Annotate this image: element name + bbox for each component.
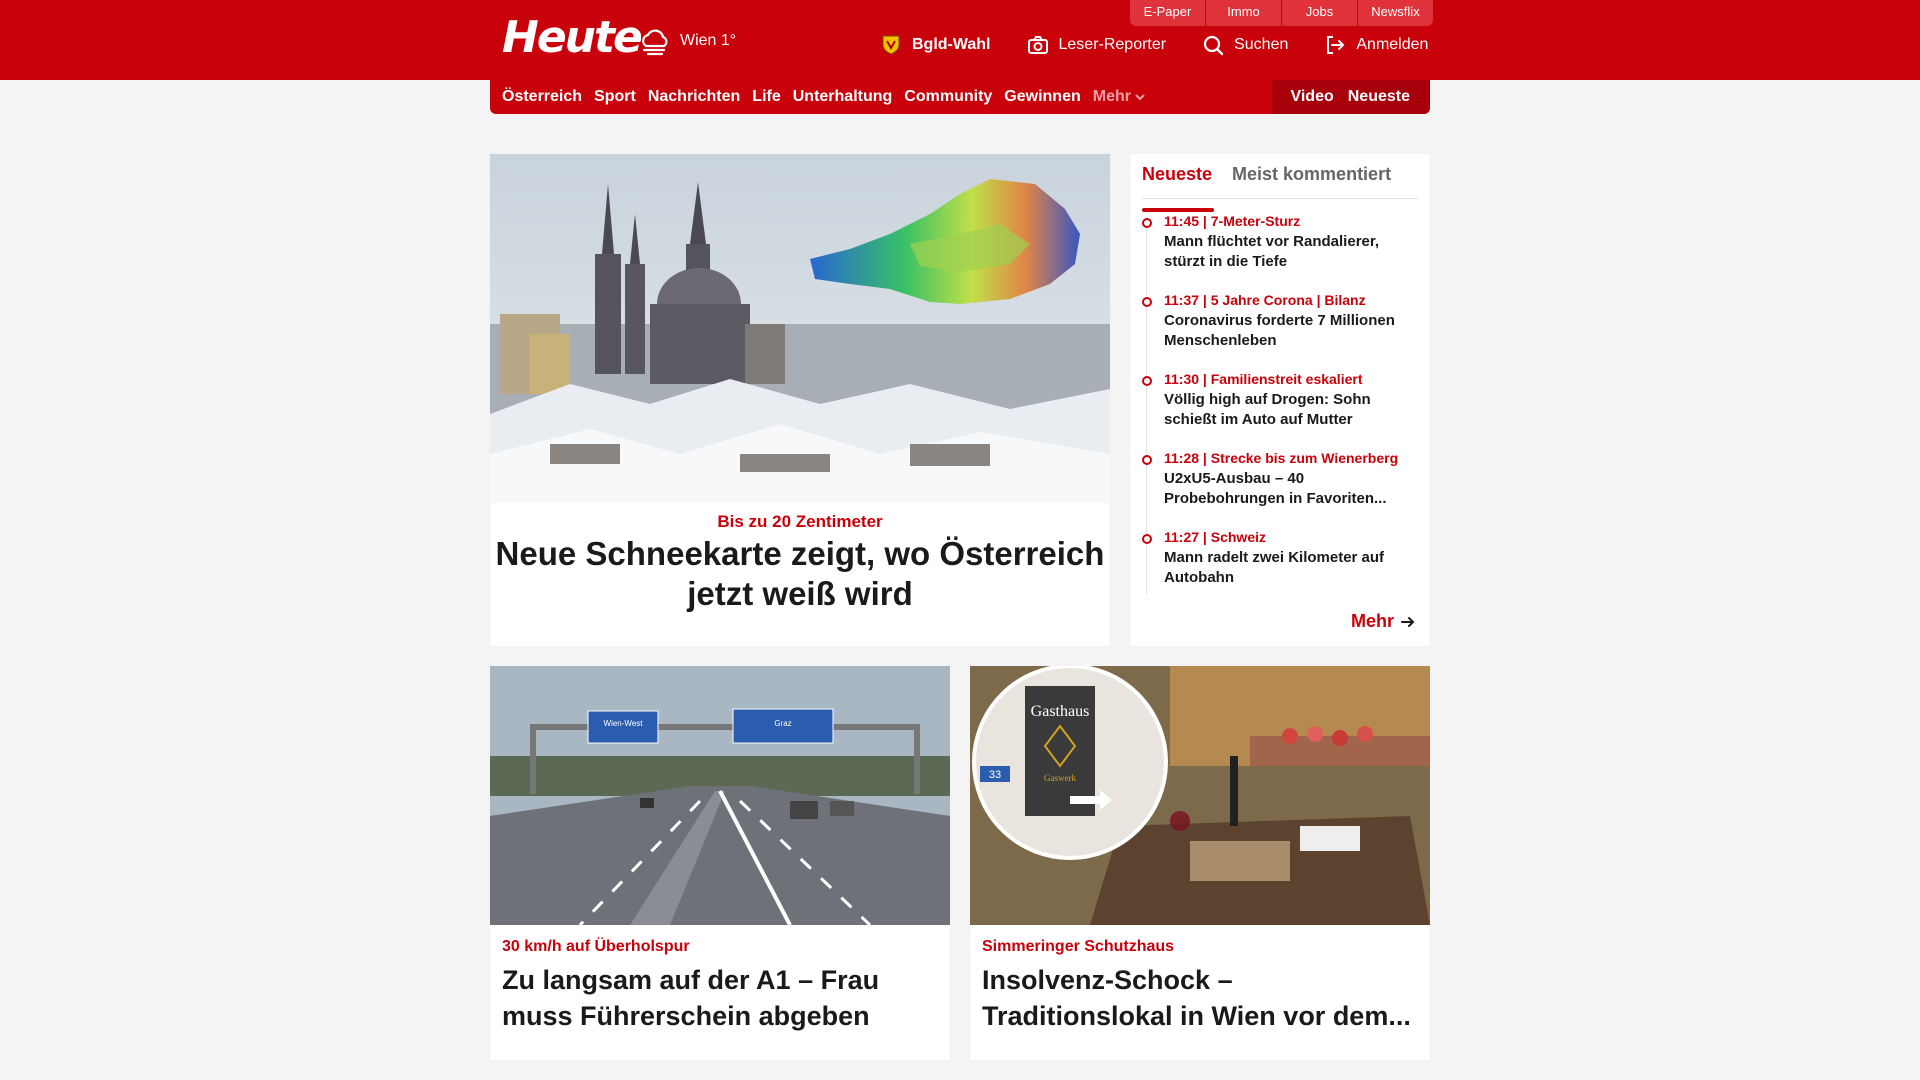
nav-categories: Österreich Sport Nachrichten Life Unterh…	[502, 80, 1157, 114]
news-time: 11:27	[1164, 529, 1200, 545]
news-time: 11:37	[1164, 292, 1200, 308]
timeline-dot	[1142, 455, 1152, 465]
main-nav: Österreich Sport Nachrichten Life Unterh…	[490, 80, 1430, 114]
news-tag: Strecke bis zum Wienerberg	[1210, 450, 1399, 466]
news-meta: 11:45 | 7-Meter-Sturz	[1164, 213, 1301, 229]
login-label: Anmelden	[1356, 36, 1429, 53]
card-image-restaurant: Gasthaus Gaswerk 33	[970, 666, 1430, 925]
cloud-weather-icon	[642, 29, 668, 56]
election-link[interactable]: Bgld-Wahl	[880, 34, 991, 56]
gaswerk-sign-text: Gaswerk	[1044, 773, 1076, 783]
nav-featured: Video Neueste	[1272, 80, 1430, 114]
news-headline: Coronavirus forderte 7 Millionen Mensche…	[1164, 312, 1395, 349]
search-label: Suchen	[1234, 36, 1289, 53]
util-link-epaper[interactable]: E-Paper	[1130, 0, 1205, 26]
site-logo[interactable]: Heute	[502, 12, 643, 63]
election-label: Bgld-Wahl	[912, 36, 991, 53]
card-kicker: Simmeringer Schutzhaus	[982, 938, 1175, 955]
news-tag: 7-Meter-Sturz	[1210, 213, 1301, 229]
timeline-dot	[1142, 534, 1152, 544]
news-tag: Familienstreit eskaliert	[1210, 371, 1363, 387]
nav-item-community[interactable]: Community	[904, 88, 992, 106]
nav-item-sport[interactable]: Sport	[594, 88, 636, 106]
arrow-right-icon	[1401, 616, 1415, 627]
route-number-text: 33	[989, 769, 1001, 781]
sidebar-more-link[interactable]: Mehr	[1351, 611, 1416, 632]
list-item[interactable]: 11:45 | 7-Meter-Sturz Mann flüchtet vor …	[1142, 213, 1418, 292]
news-headline: Mann radelt zwei Kilometer auf Autobahn	[1164, 549, 1385, 586]
timeline-dot	[1142, 297, 1152, 307]
timeline-dot	[1142, 218, 1152, 228]
news-headline: Völlig high auf Drogen: Sohn schießt im …	[1164, 391, 1371, 428]
login-icon	[1327, 36, 1345, 54]
news-meta: 11:27 | Schweiz	[1164, 529, 1266, 545]
timeline-dot	[1142, 376, 1152, 386]
nav-item-nachrichten[interactable]: Nachrichten	[648, 88, 740, 106]
util-link-jobs[interactable]: Jobs	[1282, 0, 1357, 26]
nav-item-unterhaltung[interactable]: Unterhaltung	[793, 88, 893, 106]
highway-image: Wien-West Graz	[490, 666, 950, 925]
nav-item-oesterreich[interactable]: Österreich	[502, 88, 582, 106]
camera-icon	[1027, 36, 1048, 54]
list-item[interactable]: 11:30 | Familienstreit eskaliert Völlig …	[1142, 371, 1418, 450]
news-meta: 11:30 | Familienstreit eskaliert	[1164, 371, 1363, 387]
hero-kicker: Bis zu 20 Zentimeter	[717, 512, 883, 531]
list-item[interactable]: 11:37 | 5 Jahre Corona | Bilanz Coronavi…	[1142, 292, 1418, 371]
search-button[interactable]: Suchen	[1202, 34, 1288, 56]
utility-links: E-Paper Immo Jobs Newsflix	[1130, 0, 1433, 26]
list-item[interactable]: 11:28 | Strecke bis zum Wienerberg U2xU5…	[1142, 450, 1418, 529]
hero-title[interactable]: Neue Schneekarte zeigt, wo Österreich je…	[490, 534, 1110, 614]
util-link-newsflix[interactable]: Newsflix	[1358, 0, 1433, 26]
login-button[interactable]: Anmelden	[1324, 34, 1428, 56]
weather-widget[interactable]: Wien 1°	[638, 26, 736, 56]
util-link-immo[interactable]: Immo	[1206, 0, 1281, 26]
card-title[interactable]: Insolvenz-Schock – Traditionslokal in Wi…	[982, 962, 1422, 1034]
nav-latest[interactable]: Neueste	[1348, 88, 1410, 106]
tab-neueste[interactable]: Neueste	[1142, 164, 1215, 212]
news-tag: 5 Jahre Corona | Bilanz	[1210, 292, 1366, 308]
news-time: 11:45	[1164, 213, 1200, 229]
news-list: 11:45 | 7-Meter-Sturz Mann flüchtet vor …	[1142, 213, 1418, 608]
restaurant-image: Gasthaus Gaswerk 33	[970, 666, 1430, 925]
latest-news-sidebar: Neueste Meist kommentiert 11:45 | 7-Mete…	[1130, 154, 1430, 646]
news-time: 11:30	[1164, 371, 1200, 387]
nav-more-dropdown[interactable]: Mehr	[1093, 88, 1145, 106]
sidebar-more-label: Mehr	[1350, 611, 1394, 631]
list-item[interactable]: 11:27 | Schweiz Mann radelt zwei Kilomet…	[1142, 529, 1418, 608]
reporter-link[interactable]: Leser-Reporter	[1027, 34, 1167, 56]
news-meta: 11:28 | Strecke bis zum Wienerberg	[1164, 450, 1399, 466]
hero-article[interactable]: Bis zu 20 Zentimeter Neue Schneekarte ze…	[490, 154, 1110, 646]
nav-more-label: Mehr	[1092, 88, 1131, 105]
nav-item-gewinnen[interactable]: Gewinnen	[1004, 88, 1080, 106]
chevron-down-icon	[1135, 94, 1145, 101]
coat-of-arms-icon	[882, 35, 900, 55]
news-tag: Schweiz	[1210, 529, 1266, 545]
tab-meist-kommentiert[interactable]: Meist kommentiert	[1232, 164, 1391, 198]
card-title[interactable]: Zu langsam auf der A1 – Frau muss Führer…	[502, 962, 942, 1034]
news-headline: U2xU5-Ausbau – 40 Probebohrungen in Favo…	[1164, 470, 1387, 507]
card-image-highway: Wien-West Graz	[490, 666, 950, 925]
article-card-gasthaus[interactable]: Gasthaus Gaswerk 33 Simmeringer Schutzha…	[970, 666, 1430, 1060]
header-bar: E-Paper Immo Jobs Newsflix Heute Wien 1°…	[0, 0, 1920, 80]
weather-text: Wien 1°	[680, 32, 737, 49]
snowy-city-map-image	[490, 154, 1110, 503]
sign-text-right: Graz	[774, 719, 791, 728]
article-card-autobahn[interactable]: Wien-West Graz 30 km/h auf Überholspur Z…	[490, 666, 950, 1060]
nav-video[interactable]: Video	[1290, 88, 1333, 106]
header-actions: Bgld-Wahl Leser-Reporter Suchen Anmelden	[880, 34, 1464, 56]
sign-text-left: Wien-West	[604, 719, 644, 728]
nav-item-life[interactable]: Life	[752, 88, 780, 106]
reporter-label: Leser-Reporter	[1058, 36, 1167, 53]
news-time: 11:28	[1164, 450, 1200, 466]
hero-image	[490, 154, 1110, 503]
card-kicker: 30 km/h auf Überholspur	[502, 938, 690, 955]
gasthaus-sign-text: Gasthaus	[1031, 703, 1090, 720]
news-headline: Mann flüchtet vor Randalierer, stürzt in…	[1164, 233, 1380, 270]
search-icon	[1204, 35, 1224, 56]
sidebar-tabs: Neueste Meist kommentiert	[1142, 154, 1418, 212]
news-meta: 11:37 | 5 Jahre Corona | Bilanz	[1164, 292, 1366, 308]
